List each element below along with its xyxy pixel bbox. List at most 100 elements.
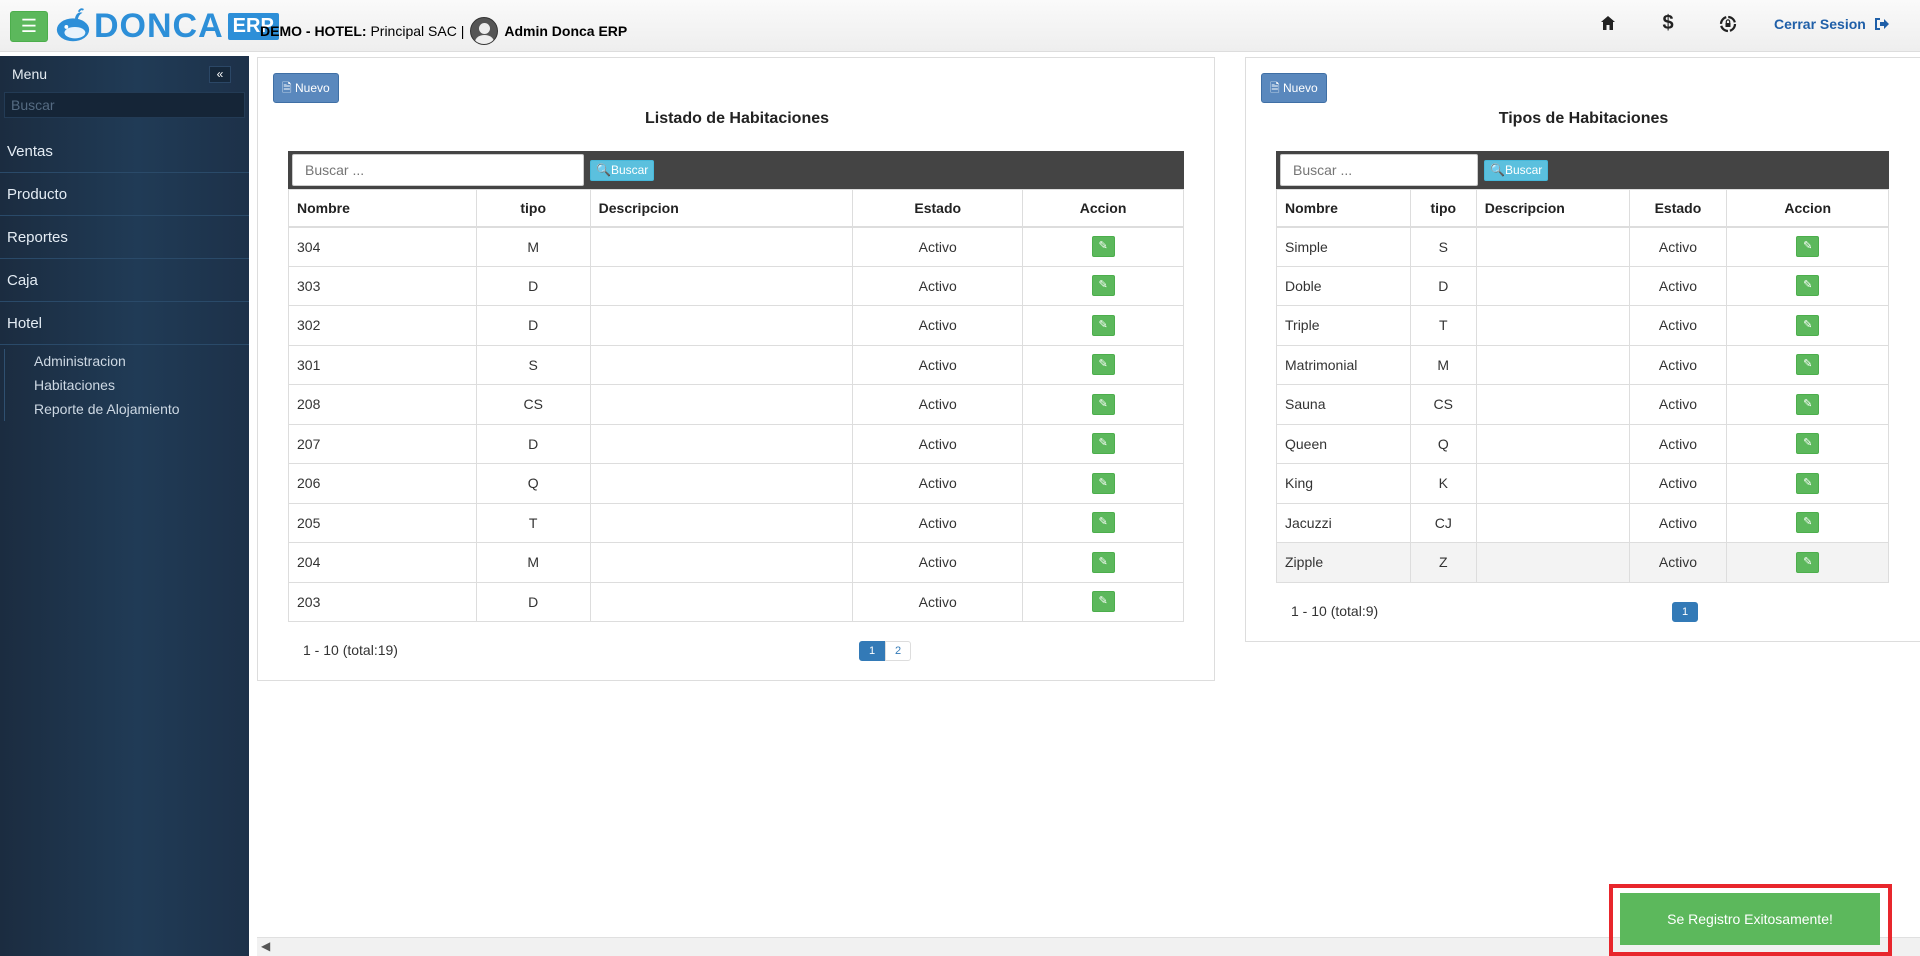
cell-tipo: M [475,226,591,267]
edit-button[interactable]: ✎ [1091,512,1115,534]
sidebar-item-producto[interactable]: Producto [0,173,249,216]
types-search-input[interactable] [1280,154,1478,186]
table-row: Doble D Activo ✎ [1276,265,1889,306]
types-title: Tipos de Habitaciones [1498,110,1669,127]
pencil-icon: ✎ [1803,516,1813,529]
menu-toggle-button[interactable]: ☰ [10,11,48,42]
edit-button[interactable]: ✎ [1091,551,1115,573]
types-search-bar: 🔍Buscar [1276,151,1889,189]
table-header-row: Nombre tipo Descripcion Estado Accion [1276,189,1889,228]
dollar-icon[interactable]: $ [1656,12,1680,35]
column-header[interactable]: tipo [1409,189,1477,228]
table-header-row: Nombre tipo Descripcion Estado Accion [288,189,1184,228]
cell-accion: ✎ [1726,344,1889,385]
column-header[interactable]: Descripcion [1475,189,1630,228]
column-header[interactable]: Nombre [288,189,477,228]
cell-estado: Activo [1628,344,1728,385]
table-row: Matrimonial M Activo ✎ [1276,344,1889,385]
cell-nombre: 207 [288,423,477,464]
sidebar-item-reportes[interactable]: Reportes [0,216,249,259]
edit-button[interactable]: ✎ [1796,314,1820,336]
sidebar-search-input[interactable]: Buscar [4,92,245,118]
cell-nombre: Sauna [1276,384,1411,425]
edit-button[interactable]: ✎ [1796,393,1820,415]
sidebar-item-caja[interactable]: Caja [0,259,249,302]
cell-descripcion [589,542,854,583]
column-header[interactable]: tipo [475,189,591,228]
sidebar-item-hotel[interactable]: Hotel [0,302,249,345]
sidebar-nav: Ventas Producto Reportes Caja Hotel Admi… [0,130,249,421]
page-button-1[interactable]: 1 [859,641,885,661]
cell-accion: ✎ [1726,384,1889,425]
settings-lock-icon[interactable] [1716,14,1740,40]
edit-button[interactable]: ✎ [1091,591,1115,613]
edit-button[interactable]: ✎ [1796,236,1820,257]
submenu-item-administracion[interactable]: Administracion [5,349,245,373]
edit-button[interactable]: ✎ [1091,354,1115,376]
home-icon[interactable] [1596,14,1620,38]
edit-button[interactable]: ✎ [1091,275,1115,297]
cell-nombre: King [1276,463,1411,504]
column-header[interactable]: Nombre [1276,189,1411,228]
page-button-2[interactable]: 2 [885,641,911,661]
new-type-button[interactable]: 🗎 Nuevo [1261,73,1327,103]
pencil-icon: ✎ [1098,358,1108,371]
cell-accion: ✎ [1726,226,1889,267]
edit-button[interactable]: ✎ [1796,354,1820,376]
cell-accion: ✎ [1022,226,1184,267]
cell-descripcion [589,502,854,543]
edit-button[interactable]: ✎ [1091,433,1115,455]
cell-tipo: Q [475,463,591,504]
column-header[interactable]: Descripcion [589,189,854,228]
collapse-sidebar-button[interactable]: « [209,66,231,83]
rooms-search-button[interactable]: 🔍Buscar [590,160,655,181]
cell-accion: ✎ [1022,542,1184,583]
scroll-left-icon[interactable]: ◀ [261,939,270,953]
double-chevron-left-icon: « [216,67,224,81]
column-header[interactable]: Estado [1628,189,1728,228]
rooms-search-label: Buscar [610,163,649,177]
cell-accion: ✎ [1022,502,1184,543]
edit-button[interactable]: ✎ [1796,551,1820,573]
search-icon: 🔍 [596,163,611,177]
cell-nombre: 304 [288,226,477,267]
rooms-table: Nombre tipo Descripcion Estado Accion 30… [288,189,1184,622]
page-button-1[interactable]: 1 [1672,602,1698,622]
pencil-icon: ✎ [1803,358,1813,371]
submenu-item-habitaciones[interactable]: Habitaciones [5,373,245,397]
table-row: 204 M Activo ✎ [288,542,1184,583]
edit-button[interactable]: ✎ [1796,472,1820,494]
column-header[interactable]: Accion [1726,189,1889,228]
table-row: 302 D Activo ✎ [288,305,1184,346]
column-header[interactable]: Accion [1022,189,1184,228]
table-row: 301 S Activo ✎ [288,344,1184,385]
new-room-button[interactable]: 🗎 Nuevo [273,73,339,103]
types-pagination: 1 [1672,602,1698,622]
submenu-item-reporte-alojamiento[interactable]: Reporte de Alojamiento [5,397,245,421]
edit-button[interactable]: ✎ [1091,236,1115,257]
edit-button[interactable]: ✎ [1091,393,1115,415]
cell-tipo: D [475,581,591,622]
edit-button[interactable]: ✎ [1091,472,1115,494]
cell-descripcion [1475,502,1630,543]
success-toast[interactable]: Se Registro Exitosamente! [1620,893,1880,945]
types-search-button[interactable]: 🔍Buscar [1484,160,1549,181]
cell-nombre: 206 [288,463,477,504]
logout-link[interactable]: Cerrar Sesion [1774,16,1890,32]
sidebar-item-ventas[interactable]: Ventas [0,130,249,173]
sidebar-header: Menu « [0,56,249,92]
edit-button[interactable]: ✎ [1091,314,1115,336]
edit-button[interactable]: ✎ [1796,275,1820,297]
column-header[interactable]: Estado [852,189,1024,228]
cell-descripcion [1475,542,1630,583]
edit-button[interactable]: ✎ [1796,512,1820,534]
rooms-search-input[interactable] [292,154,584,186]
pencil-icon: ✎ [1803,240,1813,252]
cell-estado: Activo [852,384,1024,425]
cell-estado: Activo [852,305,1024,346]
table-row: 206 Q Activo ✎ [288,463,1184,504]
edit-button[interactable]: ✎ [1796,433,1820,455]
table-row: Sauna CS Activo ✎ [1276,384,1889,425]
cell-descripcion [1475,305,1630,346]
cell-descripcion [589,384,854,425]
